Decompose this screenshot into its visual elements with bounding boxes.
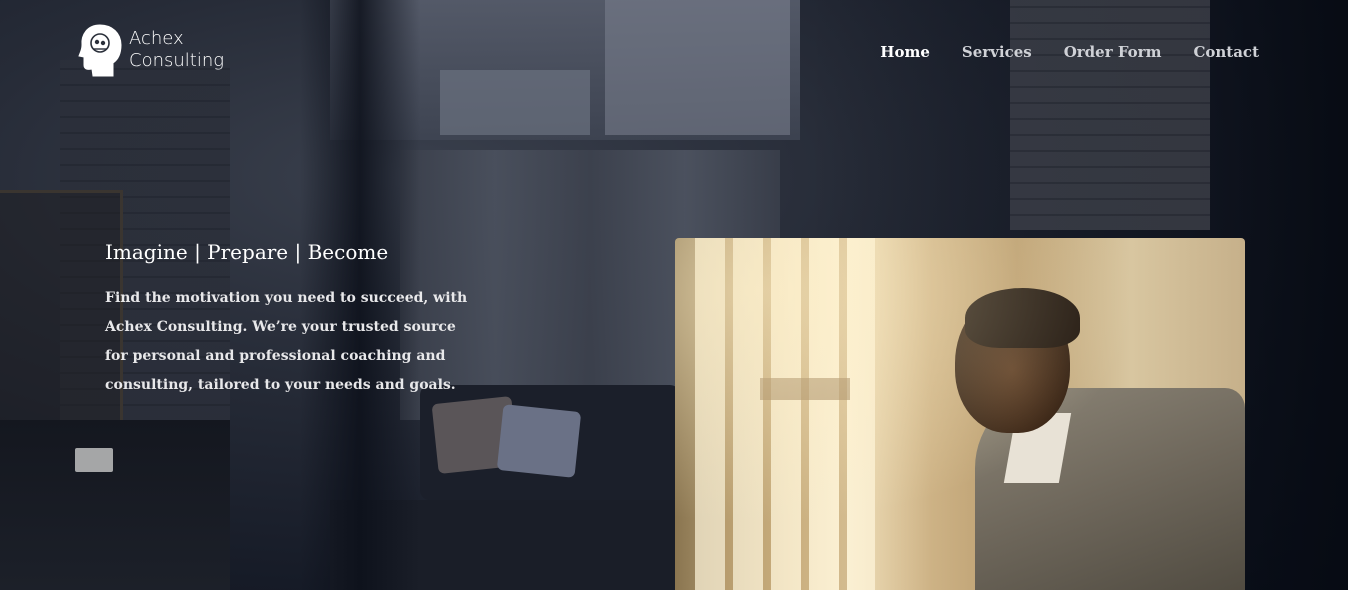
hero-tagline: Imagine | Prepare | Become	[105, 240, 389, 264]
background-window-pane	[605, 0, 790, 135]
background-brick-wall	[1010, 0, 1210, 230]
background-counter	[0, 420, 230, 590]
logo-text-line2: Consulting	[129, 50, 225, 71]
man-in-suit-looking-out-window-photo	[675, 238, 1245, 590]
logo-text: Achex Consulting	[129, 28, 224, 72]
hero-intro: Find the motivation you need to succeed,…	[105, 290, 468, 393]
nav-item-order-form[interactable]: Order Form	[1064, 43, 1162, 61]
logo-text-line1: Achex	[129, 28, 184, 49]
background-window-pane	[440, 70, 590, 135]
main-nav: Home Services Order Form Contact	[880, 43, 1259, 61]
logo-link[interactable]: Achex Consulting	[77, 22, 224, 78]
hero-text-block: Imagine | Prepare | Become Find the moti…	[105, 240, 475, 400]
nav-item-home[interactable]: Home	[880, 43, 930, 61]
hero-section: Achex Consulting Home Services Order For…	[0, 0, 1348, 590]
nav-item-services[interactable]: Services	[962, 43, 1032, 61]
background-outlet	[75, 448, 113, 472]
photo-light-overlay	[675, 238, 1245, 590]
nav-item-contact[interactable]: Contact	[1193, 43, 1259, 61]
background-pillow	[496, 404, 582, 478]
head-silhouette-icon	[78, 24, 122, 77]
